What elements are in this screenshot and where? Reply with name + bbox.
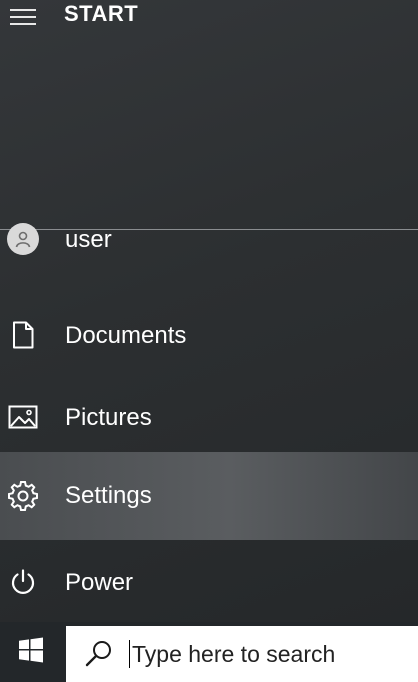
start-header: START <box>0 0 418 228</box>
menu-item-label: Pictures <box>65 404 152 431</box>
start-title: START <box>64 1 139 26</box>
menu-item-pictures[interactable]: Pictures <box>0 378 418 458</box>
menu-item-power[interactable]: Power <box>0 542 418 622</box>
menu-item-label: Documents <box>65 322 187 349</box>
text-caret <box>129 640 130 668</box>
menu-item-label: Settings <box>65 482 152 509</box>
search-icon <box>84 639 114 669</box>
search-placeholder: Type here to search <box>132 641 336 667</box>
power-icon <box>6 565 40 599</box>
start-menu-panel: START user Documents Pictures Settings P… <box>0 0 418 622</box>
hamburger-icon[interactable] <box>8 6 38 28</box>
search-input[interactable]: Type here to search <box>66 626 418 682</box>
menu-item-label: Power <box>65 569 134 596</box>
pictures-icon <box>6 400 40 434</box>
menu-item-label: user <box>65 226 112 253</box>
windows-logo-icon <box>18 637 44 668</box>
gear-icon <box>6 479 40 513</box>
document-icon <box>6 318 40 352</box>
menu-item-settings[interactable]: Settings <box>0 452 418 540</box>
menu-item-user[interactable]: user <box>0 214 418 264</box>
menu-item-documents[interactable]: Documents <box>0 296 418 376</box>
taskbar: Type here to search <box>0 622 418 682</box>
user-avatar-icon <box>6 222 40 256</box>
start-button[interactable] <box>0 622 62 682</box>
